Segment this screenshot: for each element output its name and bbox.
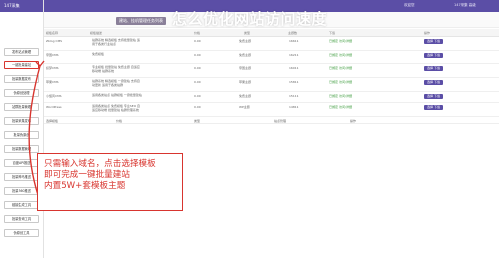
top-bar: 欢迎您 147采集 高级	[44, 0, 499, 12]
table-row: Zblog CMS 站群系统 精选模板 支持批量建站 适用于各类行业站点 0.00 免…	[44, 37, 499, 51]
row-desc: 站群系统 精选模板 一键建站 支持自动更新 适用于各类站群	[92, 79, 140, 87]
row-type: 免费主题	[239, 39, 252, 43]
annotation-callout: 只需输入域名，点击选择模板 即可完成一键批量建站 内置5W+套模板主题	[37, 153, 183, 211]
sidebar-item-12[interactable]: 链接生成工具	[4, 201, 39, 209]
sidebar-item-6[interactable]: 批量采集发布	[4, 117, 39, 125]
sidebar-item-10[interactable]: 批量神马推送	[4, 173, 39, 181]
row-type: 免费主题	[239, 94, 252, 98]
account-link[interactable]: 147采集 高级	[454, 3, 476, 8]
row-desc: 免费模板	[92, 52, 105, 56]
footer-d: 操作	[350, 119, 357, 123]
footer-c: 站点管理	[274, 119, 287, 123]
footer-a: 价格	[116, 119, 123, 123]
row-link[interactable]: 已绑定 访问/详细	[329, 80, 352, 84]
col-desc: 模板描述	[90, 31, 103, 35]
row-price: 0.00	[194, 39, 201, 43]
row-link[interactable]: 已绑定 访问/详细	[329, 53, 352, 57]
sidebar-item-2[interactable]: 一键批量建站	[4, 61, 39, 69]
row-count: 16611	[289, 39, 299, 43]
row-name: 小旋风CMS	[46, 94, 62, 98]
row-count: 14811	[289, 105, 299, 109]
col-count: 主题数	[288, 31, 298, 35]
row-price: 0.00	[194, 105, 201, 109]
table-header: 模板名称 模板描述 价格 类型 主题数 下载 操作	[44, 29, 499, 37]
row-desc: 专业模板 批量建站 免费主题 自适应移动端 站群系统	[92, 65, 140, 73]
sidebar-item-9[interactable]: 百度API推送	[4, 159, 39, 167]
row-name: WordPress	[46, 105, 62, 109]
row-type: 帝国主题	[239, 66, 252, 70]
row-type: 苹果主题	[239, 80, 252, 84]
sidebar-item-3[interactable]: 批量数据发布	[4, 75, 39, 83]
table-row: 帝国CMS 免费模板 0.00 免费主题 16211 已绑定 访问/详细 选择 下载	[44, 51, 499, 64]
row-name: Zblog CMS	[46, 39, 63, 43]
row-desc: 适用各类站点 站群模板 一键批量建站	[92, 93, 142, 97]
welcome-text: 欢迎您	[404, 3, 415, 7]
row-count: 16211	[289, 53, 299, 57]
row-name: 织梦CMS	[46, 66, 59, 70]
breadcrumb: 建站、挂机管理任务列表	[44, 12, 499, 28]
table-row: 苹果CMS 站群系统 精选模板 一键建站 支持自动更新 适用于各类站群 0.00 苹果…	[44, 78, 499, 92]
row-desc: 站群系统 精选模板 支持批量建站 适用于各类行业站点	[92, 38, 140, 46]
row-action-button[interactable]: 选择 下载	[424, 39, 443, 44]
row-action-button[interactable]: 选择 下载	[424, 53, 443, 58]
sidebar-item-14[interactable]: 伪原创工具	[4, 229, 39, 237]
sidebar-item-5[interactable]: 站群批量管理	[4, 103, 39, 111]
table-row: 小旋风CMS 适用各类站点 站群模板 一键批量建站 0.00 免费主题 15111 已绑定…	[44, 92, 499, 103]
row-desc: 适用各类站点 免费模板 专业SEO 自适应移动端 批量建站 站群管理系统	[92, 104, 141, 112]
row-action-button[interactable]: 选择 下载	[424, 105, 443, 110]
col-name: 模板名称	[46, 31, 59, 35]
col-price: 价格	[194, 31, 201, 35]
table-footer: 选择模板 价格 类型 站点管理 操作	[44, 117, 499, 124]
row-action-button[interactable]: 选择 下载	[424, 94, 443, 99]
row-type: WP主题	[239, 105, 250, 109]
row-action-button[interactable]: 选择 下载	[424, 80, 443, 85]
row-count: 15811	[289, 80, 299, 84]
row-action-button[interactable]: 选择 下载	[424, 66, 443, 71]
row-price: 0.00	[194, 80, 201, 84]
row-name: 帝国CMS	[46, 53, 59, 57]
col-type: 类型	[244, 31, 251, 35]
row-price: 0.00	[194, 53, 201, 57]
app-logo: 147采集	[0, 0, 43, 12]
sidebar-item-4[interactable]: 伪原创处理	[4, 89, 39, 97]
row-price: 0.00	[194, 94, 201, 98]
sidebar: 147采集 发布站点管理 一键批量建站 批量数据发布 伪原创处理站群批量管理 批量采集发…	[0, 0, 44, 258]
callout-line-2: 即可完成一键批量建站	[44, 170, 130, 180]
row-type: 免费主题	[239, 53, 252, 57]
row-count: 15111	[289, 94, 299, 98]
row-link[interactable]: 已绑定 访问/详细	[329, 105, 352, 109]
sidebar-item-7[interactable]: 批量伪原创	[4, 131, 39, 139]
sidebar-item-11[interactable]: 批量360推送	[4, 187, 39, 195]
breadcrumb-tab[interactable]: 建站、挂机管理任务列表	[116, 17, 166, 25]
footer-label: 选择模板	[46, 119, 59, 123]
callout-line-1: 只需输入域名，点击选择模板	[44, 159, 156, 169]
sidebar-item-8[interactable]: 批量数据管理	[4, 145, 39, 153]
callout-line-3: 内置5W+套模板主题	[44, 181, 126, 191]
row-link[interactable]: 已绑定 访问/详细	[329, 39, 352, 43]
table-row: WordPress 适用各类站点 免费模板 专业SEO 自适应移动端 批量建站 站…	[44, 103, 499, 117]
row-price: 0.00	[194, 66, 201, 70]
col-download: 下载	[329, 31, 336, 35]
sidebar-item-1[interactable]: 发布站点管理	[4, 48, 39, 56]
footer-b: 类型	[194, 119, 201, 123]
table-row: 织梦CMS 专业模板 批量建站 免费主题 自适应移动端 站群系统 0.00 帝国主题 1…	[44, 64, 499, 78]
sidebar-item-13[interactable]: 批量查询工具	[4, 215, 39, 223]
col-action: 操作	[424, 31, 431, 35]
row-link[interactable]: 已绑定 访问/详细	[329, 66, 352, 70]
row-count: 16011	[289, 66, 299, 70]
row-name: 苹果CMS	[46, 80, 59, 84]
row-link[interactable]: 已绑定 访问/详细	[329, 94, 352, 98]
